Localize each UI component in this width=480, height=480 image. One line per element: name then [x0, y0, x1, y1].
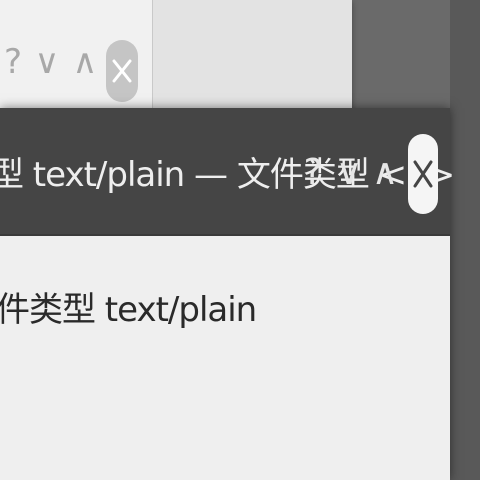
close-icon	[112, 59, 132, 83]
desktop-background-strip	[450, 0, 480, 480]
dialog-titlebar[interactable]: 型 text/plain — 文件类型 <2> ? ∨ ∧	[0, 108, 455, 236]
minimize-button[interactable]: ∨	[332, 148, 366, 198]
background-window-titlebar[interactable]: ? ∨ ∧	[0, 0, 153, 112]
background-window[interactable]: ? ∨ ∧	[0, 0, 352, 112]
close-button[interactable]	[408, 134, 438, 214]
maximize-button[interactable]: ∧	[368, 148, 402, 198]
close-icon	[413, 160, 433, 188]
background-close-button[interactable]	[106, 40, 138, 102]
dialog-window: 型 text/plain — 文件类型 <2> ? ∨ ∧ 件类型 text/p…	[0, 108, 455, 480]
dialog-content: 件类型 text/plain	[0, 236, 450, 480]
help-button[interactable]: ?	[298, 148, 328, 198]
background-minimize-button[interactable]: ∨	[30, 30, 64, 94]
background-help-button[interactable]: ?	[0, 30, 26, 94]
background-maximize-button[interactable]: ∧	[68, 30, 102, 94]
mime-type-label: 件类型 text/plain	[0, 290, 257, 330]
